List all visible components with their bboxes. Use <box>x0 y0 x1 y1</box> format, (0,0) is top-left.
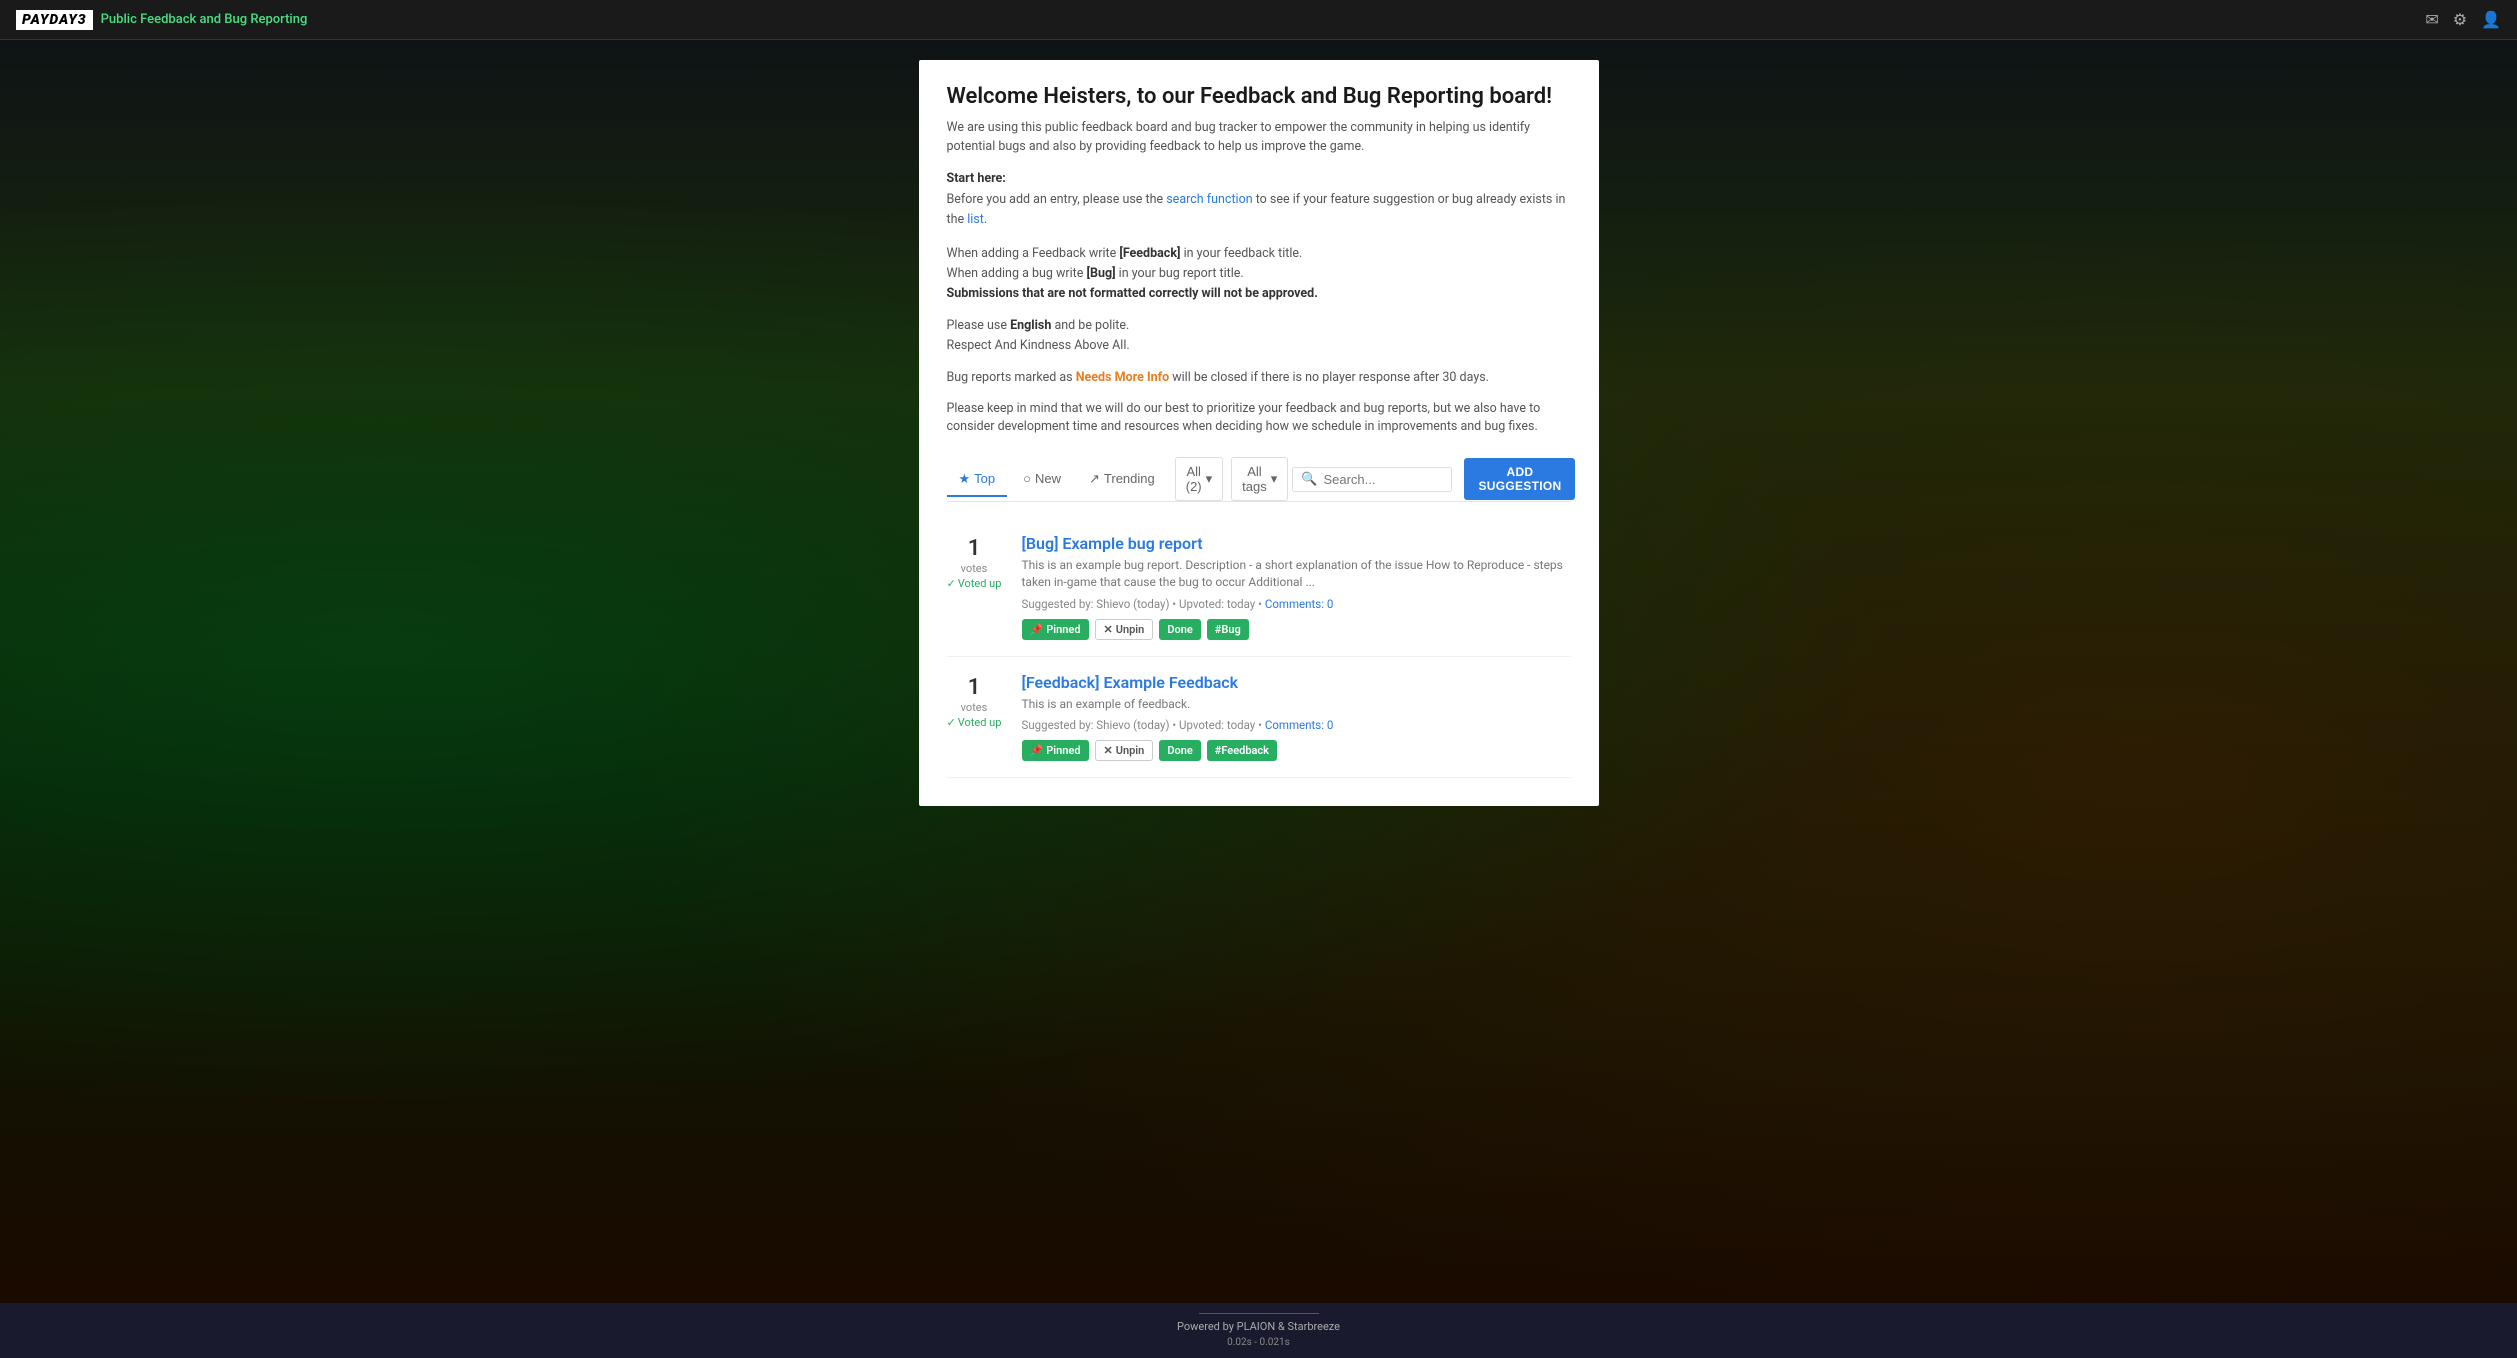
search-input[interactable] <box>1323 472 1443 487</box>
start-here-label: Start here: <box>947 171 1571 186</box>
x-icon-1: ✕ <box>1104 623 1113 636</box>
pin-icon-1: 📌 <box>1030 623 1044 636</box>
tag-feedback-2[interactable]: #Feedback <box>1207 740 1277 761</box>
star-icon: ★ <box>959 471 971 487</box>
filter-all-tags[interactable]: All tags ▾ <box>1231 457 1288 501</box>
search-function-link[interactable]: search function <box>1166 192 1252 207</box>
voted-up-2: ✓ Voted up <box>947 716 1002 729</box>
format-warning: Submissions that are not formatted corre… <box>947 286 1318 301</box>
vote-section-2: 1 votes ✓ Voted up <box>947 673 1002 729</box>
content-panel: Welcome Heisters, to our Feedback and Bu… <box>919 60 1599 806</box>
suggestion-tags-1: 📌 Pinned ✕ Unpin Done #Bug <box>1022 619 1571 640</box>
check-icon-1: ✓ <box>947 577 956 590</box>
logo-text: PAYDAY3 <box>16 10 93 30</box>
tag-bug-1[interactable]: #Bug <box>1207 619 1249 640</box>
comments-link-2[interactable]: Comments: 0 <box>1265 718 1333 732</box>
welcome-description: We are using this public feedback board … <box>947 119 1571 157</box>
table-row: 1 votes ✓ Voted up [Bug] Example bug rep… <box>947 518 1571 657</box>
search-box[interactable]: 🔍 <box>1292 467 1452 492</box>
filter-all[interactable]: All (2) ▾ <box>1175 457 1223 501</box>
chevron-down-icon-2: ▾ <box>1271 471 1278 487</box>
search-icon: 🔍 <box>1301 472 1317 487</box>
tag-unpin-1[interactable]: ✕ Unpin <box>1095 619 1154 640</box>
settings-icon[interactable]: ⚙ <box>2453 10 2467 29</box>
circle-icon: ○ <box>1023 471 1031 486</box>
before-entry-text: Before you add an entry, please use the … <box>947 190 1571 230</box>
table-row: 1 votes ✓ Voted up [Feedback] Example Fe… <box>947 657 1571 779</box>
list-link[interactable]: list <box>967 212 984 227</box>
filter-bar: ★ Top ○ New ↗ Trending All (2) ▾ All tag… <box>947 457 1571 502</box>
navbar-logo: PAYDAY3 Public Feedback and Bug Reportin… <box>16 10 307 30</box>
feedback-tag: [Feedback] <box>1119 246 1180 261</box>
suggestion-title-2[interactable]: [Feedback] Example Feedback <box>1022 673 1571 692</box>
suggestion-meta-2: Suggested by: Shievo (today) • Upvoted: … <box>1022 718 1571 732</box>
prioritize-note: Please keep in mind that we will do our … <box>947 400 1571 438</box>
navbar-title: Public Feedback and Bug Reporting <box>101 12 308 27</box>
tag-pinned-2[interactable]: 📌 Pinned <box>1022 740 1089 761</box>
vote-section-1: 1 votes ✓ Voted up <box>947 534 1002 590</box>
suggestion-meta-1: Suggested by: Shievo (today) • Upvoted: … <box>1022 597 1571 611</box>
needs-more-info-tag: Needs More Info <box>1076 370 1169 385</box>
check-icon-2: ✓ <box>947 716 956 729</box>
suggestion-list: 1 votes ✓ Voted up [Bug] Example bug rep… <box>947 518 1571 778</box>
navbar-actions: ✉ ⚙ 👤 <box>2425 10 2501 29</box>
suggestion-content-1: [Bug] Example bug report This is an exam… <box>1022 534 1571 640</box>
before-entry-1: Before you add an entry, please use the <box>947 192 1164 207</box>
suggestion-desc-1: This is an example bug report. Descripti… <box>1022 557 1571 591</box>
author-2: Shievo <box>1096 718 1130 732</box>
footer: Powered by PLAION & Starbreeze 0.02s - 0… <box>0 1303 2517 1358</box>
vote-count-2: 1 <box>968 677 981 699</box>
vote-label-2: votes <box>961 701 988 714</box>
suggestion-tags-2: 📌 Pinned ✕ Unpin Done #Feedback <box>1022 740 1571 761</box>
needs-more-info-note: Bug reports marked as Needs More Info wi… <box>947 368 1571 388</box>
chevron-down-icon: ▾ <box>1206 471 1213 487</box>
footer-divider <box>1199 1313 1319 1314</box>
respect-note: Respect And Kindness Above All. <box>947 336 1571 356</box>
powered-by: Powered by PLAION & Starbreeze <box>1177 1320 1340 1333</box>
suggestion-content-2: [Feedback] Example Feedback This is an e… <box>1022 673 1571 762</box>
author-1: Shievo <box>1096 597 1130 611</box>
bug-instruction-line: When adding a bug write [Bug] in your bu… <box>947 264 1571 284</box>
suggestion-desc-2: This is an example of feedback. <box>1022 696 1571 713</box>
pin-icon-2: 📌 <box>1030 744 1044 757</box>
english-label: English <box>1010 318 1051 333</box>
voted-up-1: ✓ Voted up <box>947 577 1002 590</box>
vote-label-1: votes <box>961 562 988 575</box>
add-suggestion-button[interactable]: ADD SUGGESTION <box>1464 458 1575 500</box>
tag-unpin-2[interactable]: ✕ Unpin <box>1095 740 1154 761</box>
user-icon[interactable]: 👤 <box>2481 10 2501 29</box>
mail-icon[interactable]: ✉ <box>2425 10 2438 29</box>
page-wrapper: Welcome Heisters, to our Feedback and Bu… <box>0 40 2517 1303</box>
filter-trending[interactable]: ↗ Trending <box>1077 463 1167 497</box>
navbar: PAYDAY3 Public Feedback and Bug Reportin… <box>0 0 2517 40</box>
x-icon-2: ✕ <box>1104 744 1113 757</box>
filter-top[interactable]: ★ Top <box>947 463 1008 497</box>
vote-count-1: 1 <box>968 538 981 560</box>
footer-timing: 0.02s - 0.021s <box>10 1337 2507 1348</box>
tag-done-1[interactable]: Done <box>1159 619 1200 640</box>
tagging-instructions: When adding a Feedback write [Feedback] … <box>947 244 1571 304</box>
tag-done-2[interactable]: Done <box>1159 740 1200 761</box>
tag-pinned-1[interactable]: 📌 Pinned <box>1022 619 1089 640</box>
trending-icon: ↗ <box>1089 471 1100 487</box>
bug-tag: [Bug] <box>1087 266 1116 281</box>
comments-link-1[interactable]: Comments: 0 <box>1265 597 1333 611</box>
language-note: Please use English and be polite. Respec… <box>947 316 1571 356</box>
suggestion-title-1[interactable]: [Bug] Example bug report <box>1022 534 1571 553</box>
feedback-instruction-line: When adding a Feedback write [Feedback] … <box>947 244 1571 264</box>
filter-new[interactable]: ○ New <box>1011 463 1073 496</box>
welcome-title: Welcome Heisters, to our Feedback and Bu… <box>947 84 1571 109</box>
